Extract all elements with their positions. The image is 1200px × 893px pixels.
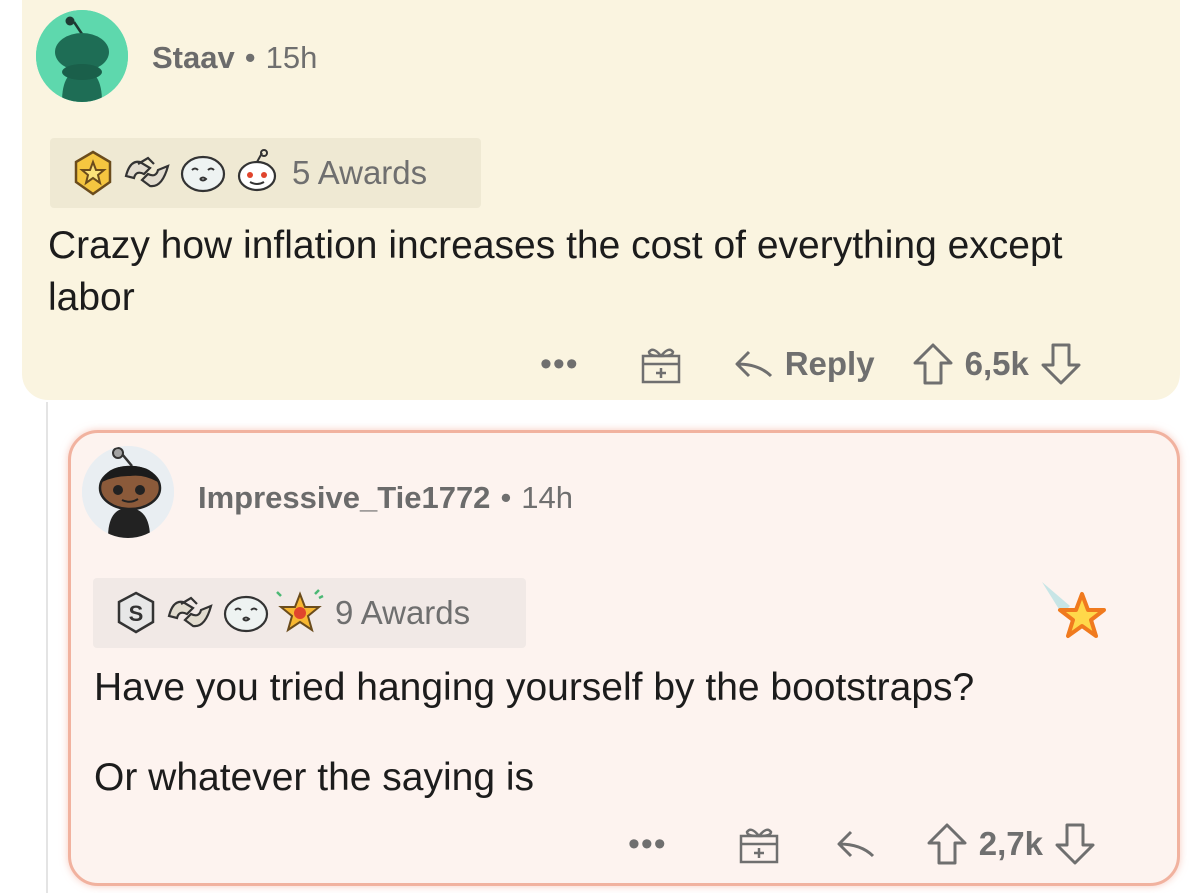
vote-score: 6,5k [964,345,1029,382]
comment-actions: ••• 2,7k [628,820,1097,868]
separator-dot: • [500,480,512,515]
more-options-button[interactable]: ••• [540,347,579,381]
separator-dot: • [244,40,256,75]
award-icons [68,148,282,198]
gift-icon[interactable] [735,820,783,868]
comment-meta: Staav • 15h [152,40,317,76]
awards-bar[interactable]: S 9 Awards [93,578,526,648]
comment-body: Crazy how inflation increases the cost o… [48,224,1063,319]
shooting-star-icon[interactable] [1040,580,1112,648]
snoo-face-icon [237,149,277,192]
upvote-icon[interactable] [911,341,955,387]
downvote-icon[interactable] [1053,821,1097,867]
thread-line[interactable] [46,402,48,893]
username-link[interactable]: Impressive_Tie1772 [198,480,490,515]
handshake-icon [167,596,213,628]
kiss-face-icon [180,155,226,193]
svg-text:S: S [129,601,144,626]
comment-actions: ••• Reply 6,5k [540,340,1083,388]
timestamp: 14h [521,480,574,515]
gift-icon[interactable] [637,340,685,388]
more-options-button[interactable]: ••• [628,827,667,861]
awards-count: 5 Awards [292,154,428,191]
handshake-icon [124,156,170,188]
snoo-avatar-icon[interactable] [36,10,128,102]
kiss-face-icon [223,595,269,633]
snoo-avatar-icon[interactable] [82,446,174,538]
reply-button[interactable]: Reply [733,344,875,384]
vote-score: 2,7k [978,825,1043,862]
awards-count: 9 Awards [335,594,471,631]
gold-star-shield-icon [74,150,112,196]
timestamp: 15h [265,40,318,75]
awards-bar[interactable]: 5 Awards [50,138,481,208]
comment-body: Or whatever the saying is [94,756,535,799]
award-icons: S [111,588,325,638]
username-link[interactable]: Staav [152,40,235,75]
silver-s-icon: S [117,591,155,634]
reply-arrow-icon [735,350,772,378]
downvote-icon[interactable] [1039,341,1083,387]
comment-body: Have you tried hanging yourself by the b… [94,666,975,709]
reply-arrow-icon[interactable] [835,824,879,864]
reply-label: Reply [784,345,875,382]
upvote-icon[interactable] [925,821,969,867]
comment-meta: Impressive_Tie1772 • 14h [198,480,573,516]
starstruck-icon [276,589,324,633]
